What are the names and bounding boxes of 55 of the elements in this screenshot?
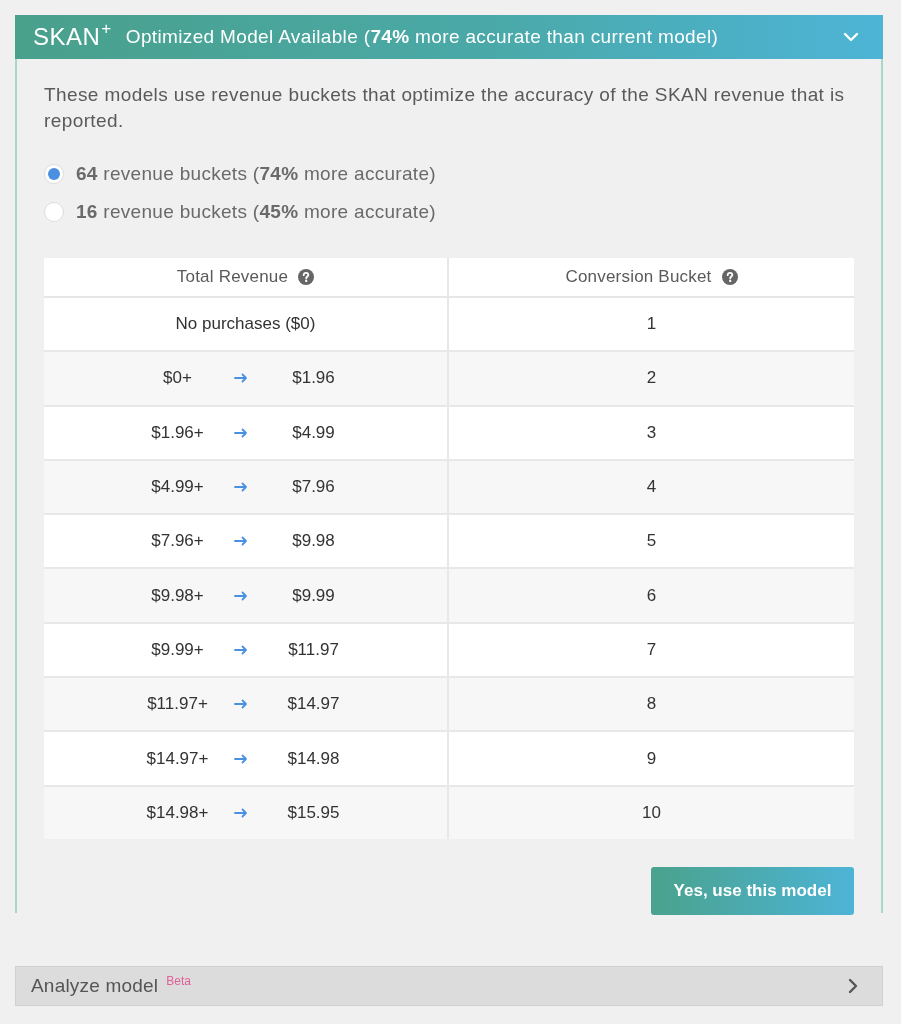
- arrow-right-icon: [233, 644, 248, 655]
- arrow-right-icon: [233, 536, 248, 547]
- table-cell-text: 8: [645, 693, 658, 716]
- help-icon[interactable]: [721, 269, 738, 285]
- analyze-model-bar[interactable]: Analyze model Beta: [15, 965, 883, 1006]
- column-header: Conversion Bucket: [565, 267, 712, 287]
- range-end: $14.97: [286, 694, 341, 715]
- table-cell-text: 10: [641, 801, 662, 824]
- table-cell-text: 9: [645, 747, 658, 770]
- range-end: $9.98: [291, 531, 336, 552]
- range-start: $9.99+: [150, 639, 205, 660]
- table-cell-text: 7: [645, 638, 658, 661]
- range-end: $15.95: [286, 802, 341, 823]
- arrow-right-icon: [233, 807, 248, 818]
- skan-logo: SKAN$^{+}$: [33, 25, 112, 49]
- radio-label[interactable]: 64 revenue buckets (74% more accurate): [76, 163, 436, 185]
- table-cell-text: 1: [645, 313, 658, 336]
- arrow-right-icon: [233, 373, 248, 384]
- section-title: Optimized Model Available (74% more accurate than current model): [125, 26, 720, 48]
- range-start: $11.97+: [146, 694, 209, 715]
- range-end: $9.99: [291, 585, 336, 606]
- arrow-right-icon: [233, 699, 248, 710]
- range-end: $4.99: [291, 422, 336, 443]
- range-start: $14.98+: [145, 802, 210, 823]
- range-start: $4.99+: [150, 477, 205, 498]
- analyze-model-label: Analyze model: [31, 974, 159, 997]
- range-end: $11.97: [287, 639, 340, 660]
- chevron-right-icon[interactable]: [848, 977, 858, 994]
- table-cell-text: 3: [645, 421, 658, 444]
- description-text: These models use revenue buckets that optimize the accuracy of the SKAN revenue that is reported.: [44, 83, 846, 133]
- radio-button[interactable]: [44, 202, 64, 222]
- range-end: $14.98: [286, 748, 341, 769]
- radio-button[interactable]: [44, 164, 64, 184]
- beta-label: Beta: [166, 973, 191, 988]
- range-start: $9.98+: [150, 585, 205, 606]
- table-cell-text: 2: [645, 367, 658, 390]
- arrow-right-icon: [233, 482, 248, 493]
- table-cell: No purchases ($0): [44, 298, 449, 351]
- help-icon[interactable]: [298, 269, 315, 285]
- arrow-right-icon: [233, 590, 248, 601]
- range-end: $7.96: [291, 477, 336, 498]
- section-header[interactable]: SKAN$^{+}$ Optimized Model Available (74% more accurate than current model): [15, 15, 883, 59]
- table-cell-text: 5: [645, 530, 658, 553]
- range-start: $14.97+: [145, 748, 210, 769]
- arrow-right-icon: [233, 427, 248, 438]
- range-start: $0+: [162, 368, 193, 389]
- use-model-button[interactable]: Yes, use this model: [651, 866, 854, 915]
- range-start: $1.96+: [150, 422, 205, 443]
- table-cell-text: 4: [645, 476, 658, 499]
- arrow-right-icon: [233, 753, 248, 764]
- radio-label[interactable]: 16 revenue buckets (45% more accurate): [76, 201, 436, 223]
- table-cell-text: 6: [645, 584, 658, 607]
- range-end: $1.96: [291, 368, 336, 389]
- range-start: $7.96+: [150, 531, 205, 552]
- column-header: Total Revenue: [176, 267, 289, 287]
